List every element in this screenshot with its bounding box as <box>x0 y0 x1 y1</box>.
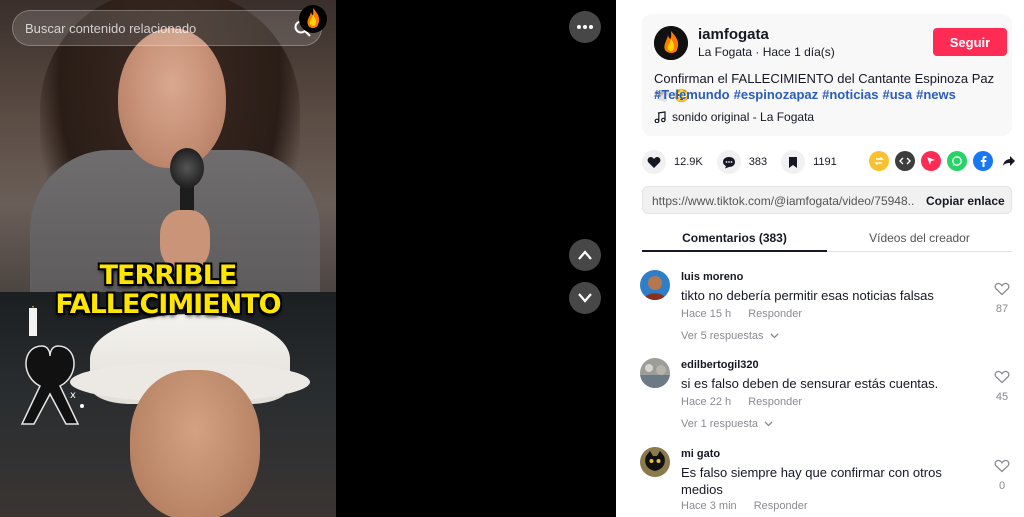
engagement-stats: 12.9K 383 1191 <box>642 148 851 176</box>
chevron-up-icon <box>578 250 592 260</box>
comment-item: luis moreno tikto no debería permitir es… <box>640 270 1016 350</box>
heart-outline-icon <box>994 459 1010 473</box>
creator-name: La Fogata <box>698 45 753 59</box>
chevron-down-icon <box>770 333 779 339</box>
comment-count: 383 <box>748 156 768 168</box>
fogata-logo-icon <box>299 5 327 33</box>
comment-time: Hace 22 h <box>681 396 732 408</box>
like-button[interactable]: 12.9K <box>642 150 703 174</box>
save-count: 1191 <box>813 156 837 168</box>
details-panel: iamfogata La Fogata · Hace 1 día(s) Segu… <box>616 0 1024 517</box>
repost-icon[interactable] <box>869 151 889 171</box>
tab-creator-videos[interactable]: Vídeos del creador <box>827 231 1012 245</box>
svg-text:x: x <box>70 390 76 401</box>
heart-outline-icon <box>994 282 1010 296</box>
more-options-button[interactable] <box>569 11 601 43</box>
avatar[interactable] <box>640 447 670 477</box>
hashtag-link[interactable]: #Telemundo <box>654 87 730 102</box>
video-overlay-title-1: TERRIBLE <box>99 260 238 291</box>
comment-like-button[interactable]: 87 <box>990 282 1014 315</box>
fogata-logo-icon <box>654 26 688 60</box>
follow-button[interactable]: Seguir <box>933 28 1007 56</box>
comment-meta: Hace 22 h Responder <box>681 396 802 408</box>
comment-like-button[interactable]: 45 <box>990 370 1014 403</box>
comment-like-count: 0 <box>998 480 1006 492</box>
comment-meta: Hace 3 min Responder <box>681 500 808 512</box>
panel-tabs: Comentarios (383) Vídeos del creador <box>642 225 1012 252</box>
heart-icon <box>647 156 661 168</box>
view-replies-button[interactable]: Ver 5 respuestas <box>681 330 779 342</box>
mourning-ribbon-icon: x <box>20 306 84 425</box>
copy-link-button[interactable]: Copiar enlace <box>926 194 1005 208</box>
comment-text: Es falso siempre hay que confirmar con o… <box>681 465 942 497</box>
creator-subline: La Fogata · Hace 1 día(s) <box>698 45 835 59</box>
video-link-box: https://www.tiktok.com/@iamfogata/video/… <box>642 186 1012 214</box>
sound-link[interactable]: sonido original - La Fogata <box>654 110 814 124</box>
search-placeholder: Buscar contenido relacionado <box>25 21 197 36</box>
video-url[interactable]: https://www.tiktok.com/@iamfogata/video/… <box>652 194 914 208</box>
video-stage: TERRIBLE FALLECIMIENTO x Buscar contenid… <box>0 0 616 517</box>
comment-meta: Hace 15 h Responder <box>681 308 802 320</box>
hashtag-link[interactable]: #news <box>916 87 956 102</box>
view-replies-label: Ver 5 respuestas <box>681 330 764 342</box>
comment-item: mi gato Es falso siempre hay que confirm… <box>640 447 1016 517</box>
hashtag-link[interactable]: #noticias <box>822 87 878 102</box>
view-replies-label: Ver 1 respuesta <box>681 418 759 430</box>
search-input[interactable]: Buscar contenido relacionado <box>12 10 322 46</box>
comment-time: Hace 15 h <box>681 308 732 320</box>
embed-icon[interactable] <box>895 151 915 171</box>
ellipsis-icon <box>577 25 593 29</box>
next-video-button[interactable] <box>569 282 601 314</box>
chevron-down-icon <box>578 293 592 303</box>
share-icons <box>869 151 1019 171</box>
subline-separator: · <box>752 45 763 59</box>
comment-like-button[interactable]: 0 <box>990 459 1014 492</box>
avatar[interactable] <box>640 358 670 388</box>
view-replies-button[interactable]: Ver 1 respuesta <box>681 418 773 430</box>
video-player[interactable]: TERRIBLE FALLECIMIENTO x Buscar contenid… <box>0 0 336 517</box>
whatsapp-icon[interactable] <box>947 151 967 171</box>
tab-comments[interactable]: Comentarios (383) <box>642 231 827 245</box>
comment-button[interactable]: 383 <box>716 150 768 174</box>
reply-button[interactable]: Responder <box>754 500 808 512</box>
heart-outline-icon <box>994 370 1010 384</box>
comment-username[interactable]: luis moreno <box>681 271 743 283</box>
reply-button[interactable]: Responder <box>748 396 802 408</box>
previous-video-button[interactable] <box>569 239 601 271</box>
comment-username[interactable]: mi gato <box>681 448 720 460</box>
send-icon[interactable] <box>921 151 941 171</box>
comment-icon <box>722 156 735 168</box>
music-note-icon <box>654 111 666 123</box>
hashtag-link[interactable]: #espinozapaz <box>734 87 819 102</box>
comment-text: si es falso deben de sensurar estás cuen… <box>681 376 939 391</box>
save-button[interactable]: 1191 <box>781 150 837 174</box>
comment-item: edilbertogil320 si es falso deben de sen… <box>640 358 1016 438</box>
share-arrow-icon[interactable] <box>999 151 1019 171</box>
reply-button[interactable]: Responder <box>748 308 802 320</box>
creator-card: iamfogata La Fogata · Hace 1 día(s) Segu… <box>642 14 1012 136</box>
facebook-icon[interactable] <box>973 151 993 171</box>
comment-time: Hace 3 min <box>681 500 737 512</box>
sound-label: sonido original - La Fogata <box>672 110 815 124</box>
comment-like-count: 45 <box>995 391 1009 403</box>
creator-handle[interactable]: iamfogata <box>698 26 769 43</box>
comment-like-count: 87 <box>995 303 1009 315</box>
hashtag-list: #Telemundo #espinozapaz #noticias #usa #news <box>654 87 960 102</box>
avatar[interactable] <box>640 270 670 300</box>
bookmark-icon <box>789 156 798 168</box>
post-time: Hace 1 día(s) <box>762 45 835 59</box>
chevron-down-icon <box>764 421 773 427</box>
creator-avatar[interactable] <box>654 26 688 60</box>
like-count: 12.9K <box>674 156 703 168</box>
hashtag-link[interactable]: #usa <box>883 87 913 102</box>
active-tab-indicator <box>642 250 827 252</box>
comment-username[interactable]: edilbertogil320 <box>681 359 759 371</box>
comment-text: tikto no debería permitir esas noticias … <box>681 288 934 303</box>
